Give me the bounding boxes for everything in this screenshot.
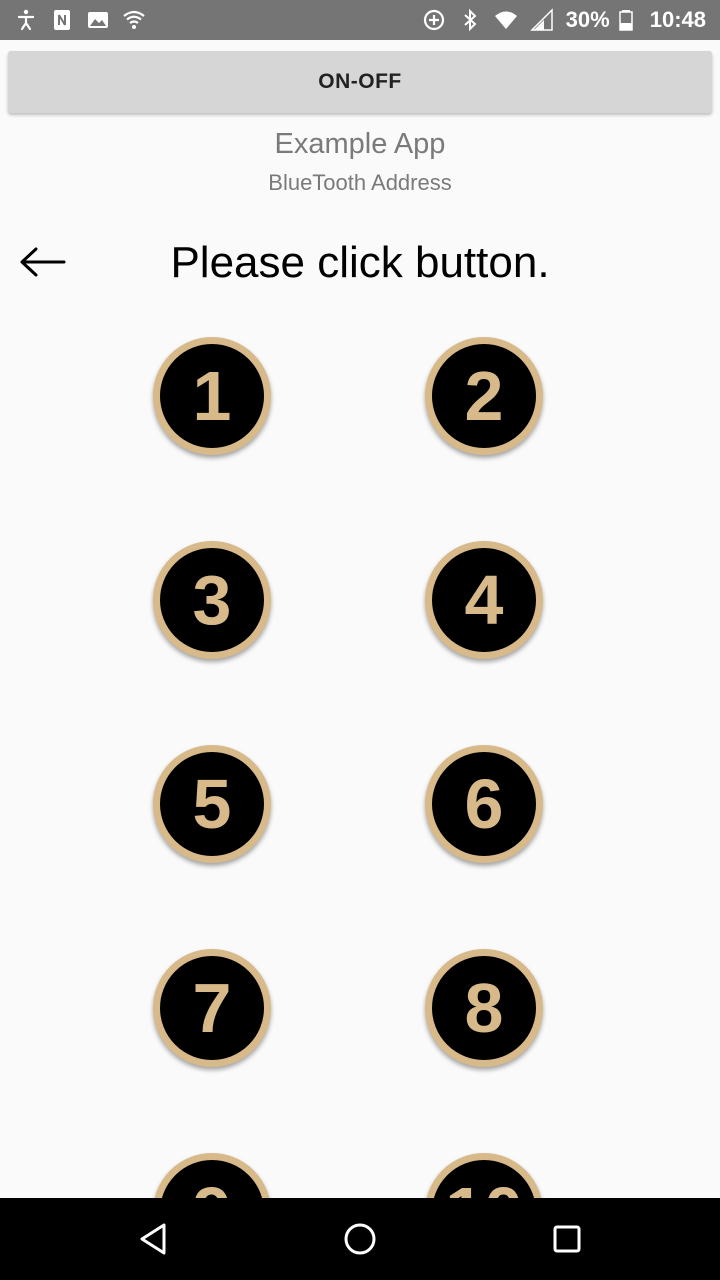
battery-icon — [618, 10, 633, 31]
instruction-text: Please click button. — [170, 238, 550, 287]
number-button-4[interactable]: 4 — [425, 541, 543, 659]
clock: 10:48 — [649, 7, 706, 32]
recents-icon[interactable] — [547, 1219, 587, 1259]
number-button-3[interactable]: 3 — [153, 541, 271, 659]
wifi-icon — [494, 11, 517, 29]
accessibility-icon — [17, 9, 35, 31]
bluetooth-address: BlueTooth Address — [268, 170, 452, 195]
wifi-shield-icon — [123, 10, 145, 29]
back-icon[interactable] — [134, 1219, 174, 1259]
number-button-1[interactable]: 1 — [153, 337, 271, 455]
number-button-6[interactable]: 6 — [425, 745, 543, 863]
bluetooth-icon — [464, 8, 477, 32]
number-button-5[interactable]: 5 — [153, 745, 271, 863]
data-saver-icon — [423, 9, 444, 31]
battery-percentage: 30% — [565, 7, 610, 32]
navigation-bar — [0, 1198, 720, 1280]
number-button-7[interactable]: 7 — [153, 949, 271, 1067]
home-icon[interactable] — [340, 1219, 380, 1259]
on-off-button[interactable]: ON-OFF — [8, 51, 712, 113]
image-icon — [88, 12, 108, 28]
number-button-8[interactable]: 8 — [425, 949, 543, 1067]
number-button-2[interactable]: 2 — [425, 337, 543, 455]
app-title: Example App — [274, 128, 446, 160]
signal-icon — [529, 8, 553, 31]
status-bar: 30% 10:48 — [0, 0, 720, 40]
nfc-icon — [54, 10, 70, 30]
